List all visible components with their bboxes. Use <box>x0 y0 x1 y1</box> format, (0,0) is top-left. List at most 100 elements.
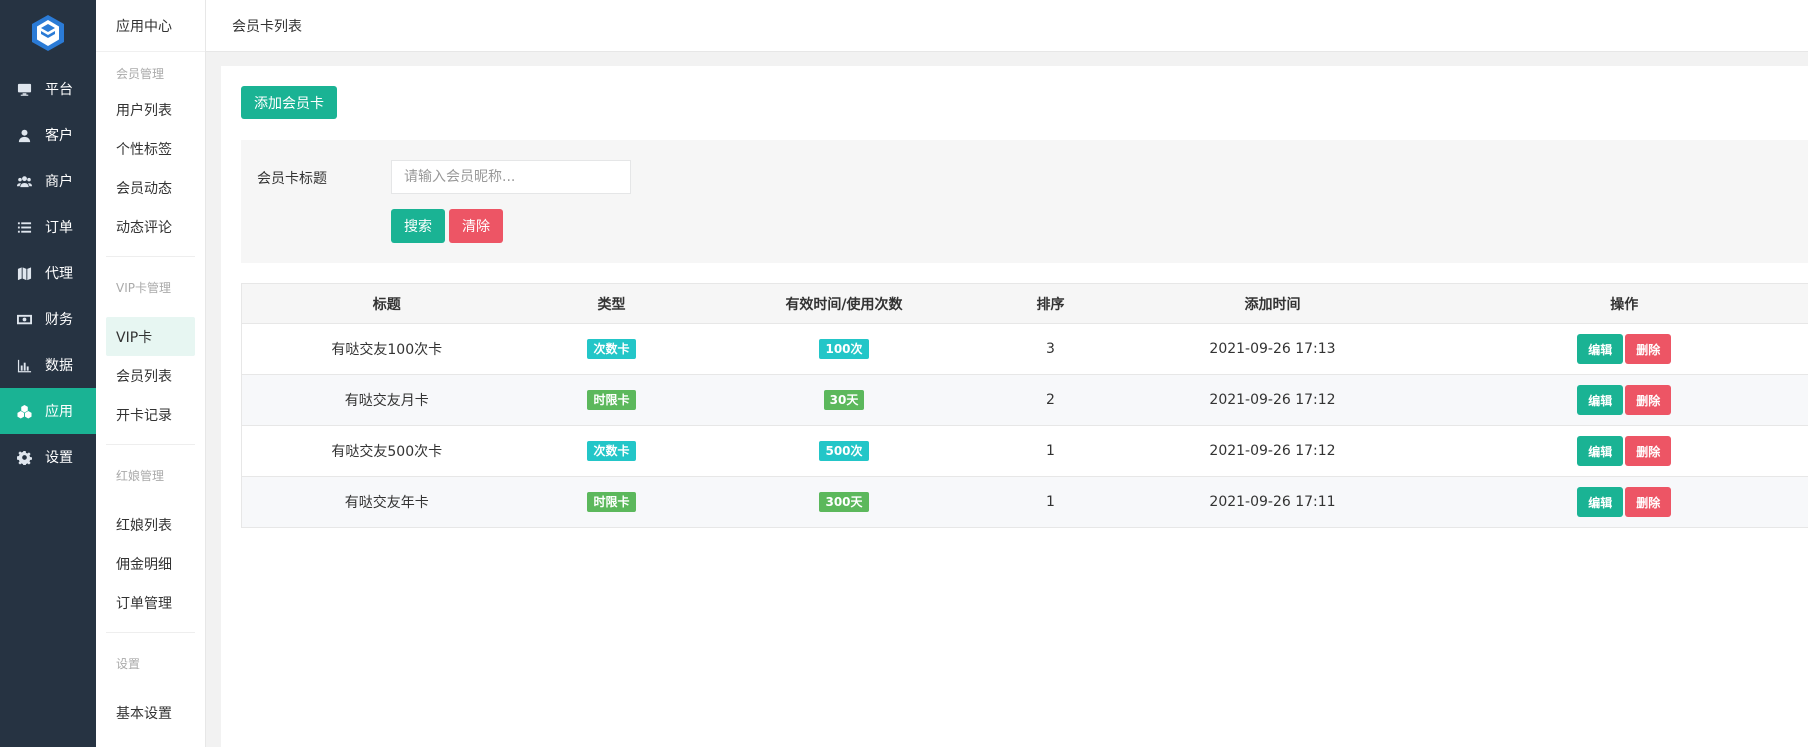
page-title[interactable]: 会员卡列表 <box>232 16 302 36</box>
monitor-icon <box>15 80 33 98</box>
validity-badge: 500次 <box>819 441 869 461</box>
nav-item-2[interactable]: 客户 <box>0 112 96 158</box>
subnav-item[interactable]: 会员列表 <box>96 356 205 395</box>
subnav-item[interactable]: 佣金明细 <box>96 544 205 583</box>
subnav-title[interactable]: 应用中心 <box>96 0 205 52</box>
cell-type: 次数卡 <box>531 323 692 375</box>
type-badge: 时限卡 <box>587 492 636 512</box>
search-form: 会员卡标题 搜索 清除 <box>241 140 1808 263</box>
cell-time: 2021-09-26 17:12 <box>1104 374 1441 426</box>
subnav-item[interactable]: VIP卡 <box>106 317 195 356</box>
delete-button[interactable]: 删除 <box>1625 385 1672 415</box>
cell-sort: 1 <box>996 425 1105 477</box>
delete-button[interactable]: 删除 <box>1625 334 1672 364</box>
nav-item-9[interactable]: 设置 <box>0 434 96 480</box>
validity-badge: 30天 <box>823 390 865 410</box>
nav-item-6[interactable]: 财务 <box>0 296 96 342</box>
subnav-item[interactable]: 订单管理 <box>96 583 205 622</box>
subnav-item[interactable]: 会员动态 <box>96 168 205 207</box>
cell-time: 2021-09-26 17:13 <box>1104 323 1441 375</box>
search-input[interactable] <box>391 160 631 194</box>
gear-icon <box>15 448 33 466</box>
cell-time: 2021-09-26 17:12 <box>1104 425 1441 477</box>
cell-actions: 编辑 删除 <box>1440 476 1808 528</box>
type-badge: 次数卡 <box>587 441 636 461</box>
nav-item-7[interactable]: 数据 <box>0 342 96 388</box>
nav-item-3[interactable]: 商户 <box>0 158 96 204</box>
col-time: 添加时间 <box>1104 283 1441 324</box>
cell-title: 有哒交友年卡 <box>241 476 532 528</box>
nav-item-label: 应用 <box>45 404 73 420</box>
subnav-item[interactable]: 动态评论 <box>96 207 205 246</box>
cell-validity: 100次 <box>691 323 997 375</box>
table-row: 有哒交友500次卡 次数卡 500次 1 2021-09-26 17:12 编辑 删除 <box>241 425 1808 477</box>
cell-title: 有哒交友月卡 <box>241 374 532 426</box>
cell-actions: 编辑 删除 <box>1440 374 1808 426</box>
cell-type: 时限卡 <box>531 374 692 426</box>
edit-button[interactable]: 编辑 <box>1577 436 1624 466</box>
delete-button[interactable]: 删除 <box>1625 487 1672 517</box>
cell-actions: 编辑 删除 <box>1440 425 1808 477</box>
validity-badge: 100次 <box>819 339 869 359</box>
cell-sort: 2 <box>996 374 1105 426</box>
cell-validity: 500次 <box>691 425 997 477</box>
cell-validity: 300天 <box>691 476 997 528</box>
type-badge: 次数卡 <box>587 339 636 359</box>
cell-actions: 编辑 删除 <box>1440 323 1808 375</box>
nav-item-1[interactable]: 平台 <box>0 66 96 112</box>
main-nav: 平台客户商户 订单代理财务数据应用设置 <box>0 0 96 747</box>
subnav-group-title: 会员管理 <box>116 67 165 81</box>
user-icon <box>15 126 33 144</box>
clear-button[interactable]: 清除 <box>449 209 503 243</box>
cell-title: 有哒交友100次卡 <box>241 323 532 375</box>
topbar: 会员卡列表 <box>206 0 1808 52</box>
search-button[interactable]: 搜索 <box>391 209 445 243</box>
logo[interactable] <box>0 0 96 66</box>
col-validity: 有效时间/使用次数 <box>691 283 997 324</box>
subnav-group-title: VIP卡管理 <box>116 281 171 295</box>
edit-button[interactable]: 编辑 <box>1577 487 1624 517</box>
subnav-item[interactable]: 开卡记录 <box>96 395 205 434</box>
table-row: 有哒交友100次卡 次数卡 100次 3 2021-09-26 17:13 编辑 删除 <box>241 323 1808 375</box>
cell-sort: 3 <box>996 323 1105 375</box>
money-icon <box>15 310 33 328</box>
add-card-button[interactable]: 添加会员卡 <box>241 86 337 119</box>
nav-item-label: 客户 <box>45 128 73 144</box>
cell-time: 2021-09-26 17:11 <box>1104 476 1441 528</box>
nav-item-label: 财务 <box>45 312 73 328</box>
edit-button[interactable]: 编辑 <box>1577 385 1624 415</box>
cell-sort: 1 <box>996 476 1105 528</box>
validity-badge: 300天 <box>819 492 869 512</box>
cell-type: 次数卡 <box>531 425 692 477</box>
cell-title: 有哒交友500次卡 <box>241 425 532 477</box>
edit-button[interactable]: 编辑 <box>1577 334 1624 364</box>
nav-item-8[interactable]: 应用 <box>0 388 96 434</box>
nav-item-label: 代理 <box>45 266 73 282</box>
bar-chart-icon <box>15 356 33 374</box>
subnav-item[interactable]: 基本设置 <box>96 693 205 732</box>
table-row: 有哒交友月卡 时限卡 30天 2 2021-09-26 17:12 编辑 删除 <box>241 374 1808 426</box>
nav-item-label: 设置 <box>45 450 73 466</box>
type-badge: 时限卡 <box>587 390 636 410</box>
subnav-item[interactable]: 红娘列表 <box>96 505 205 544</box>
sub-sidebar: 应用中心 会员管理用户列表 个性标签 会员动态 动态评论 VIP卡管理 VIP卡 会员列表开… <box>96 0 206 747</box>
nav-item-label: 平台 <box>45 82 73 98</box>
col-sort: 排序 <box>996 283 1105 324</box>
map-icon <box>15 264 33 282</box>
table-header-row: 标题 类型 有效时间/使用次数 排序 添加时间 操作 <box>241 283 1808 324</box>
nav-item-5[interactable]: 代理 <box>0 250 96 296</box>
subnav-item[interactable]: 个性标签 <box>96 129 205 168</box>
delete-button[interactable]: 删除 <box>1625 436 1672 466</box>
table-row: 有哒交友年卡 时限卡 300天 1 2021-09-26 17:11 编辑 删除 <box>241 476 1808 528</box>
users-icon <box>15 172 33 190</box>
nav-item-label: 数据 <box>45 358 73 374</box>
subnav-group-title: 红娘管理 <box>116 469 165 483</box>
col-actions: 操作 <box>1440 283 1808 324</box>
subnav-item[interactable]: 用户列表 <box>96 90 205 129</box>
cubes-icon <box>15 402 33 420</box>
card-table: 标题 类型 有效时间/使用次数 排序 添加时间 操作 有哒交友100次卡 次数卡 1… <box>241 283 1808 528</box>
subnav-group-title: 设置 <box>116 657 141 671</box>
col-title: 标题 <box>241 283 532 324</box>
cell-validity: 30天 <box>691 374 997 426</box>
nav-item-4[interactable]: 订单 <box>0 204 96 250</box>
